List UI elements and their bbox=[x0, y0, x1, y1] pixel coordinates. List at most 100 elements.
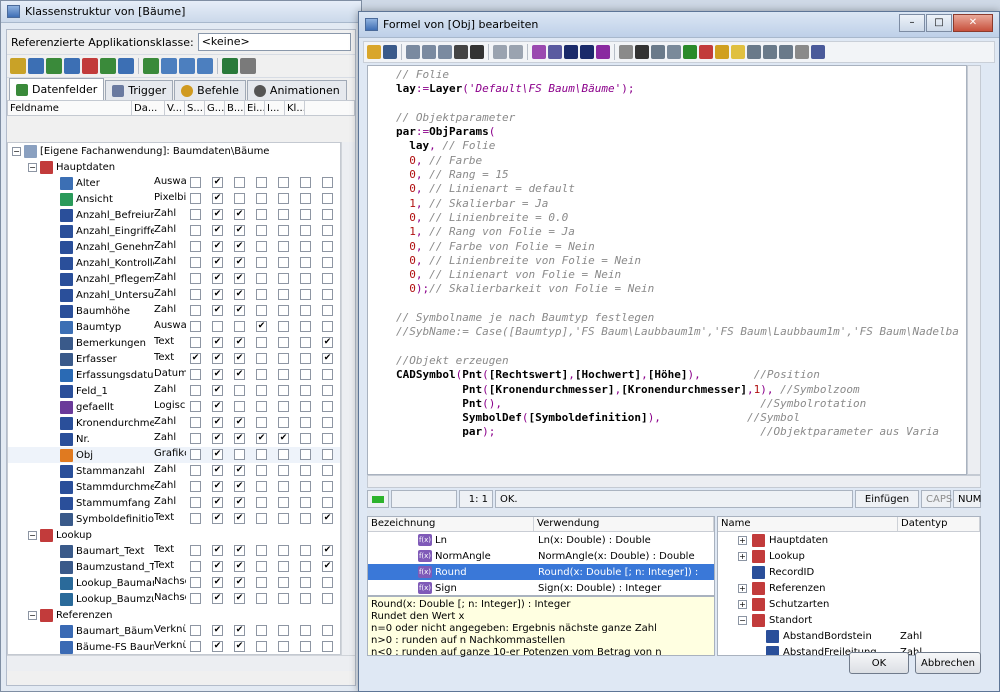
page-icon[interactable] bbox=[747, 45, 761, 59]
checkbox[interactable] bbox=[322, 209, 333, 220]
checkbox[interactable] bbox=[256, 225, 267, 236]
column-header[interactable]: I... bbox=[265, 101, 285, 115]
expand-toggle[interactable]: + bbox=[738, 583, 747, 593]
checkbox[interactable] bbox=[278, 561, 289, 572]
paste-icon[interactable] bbox=[161, 58, 177, 74]
checkbox[interactable] bbox=[322, 497, 333, 508]
checkbox[interactable] bbox=[322, 193, 333, 204]
dot-icon[interactable] bbox=[564, 45, 578, 59]
checkbox[interactable] bbox=[300, 465, 311, 476]
expand-toggle[interactable]: + bbox=[738, 535, 747, 545]
checkbox[interactable]: ✔ bbox=[190, 353, 201, 364]
checkbox[interactable]: ✔ bbox=[322, 513, 333, 524]
checkbox[interactable] bbox=[256, 273, 267, 284]
checkbox[interactable]: ✔ bbox=[234, 577, 245, 588]
checkbox[interactable] bbox=[278, 241, 289, 252]
checkbox[interactable] bbox=[256, 385, 267, 396]
checkbox[interactable] bbox=[256, 497, 267, 508]
checkbox[interactable]: ✔ bbox=[212, 225, 223, 236]
checkbox[interactable] bbox=[256, 545, 267, 556]
checkbox[interactable] bbox=[256, 257, 267, 268]
checkbox[interactable] bbox=[300, 385, 311, 396]
checkbox[interactable]: ✔ bbox=[234, 337, 245, 348]
checkbox[interactable] bbox=[278, 193, 289, 204]
checkbox[interactable] bbox=[322, 273, 333, 284]
checkbox[interactable] bbox=[212, 321, 223, 332]
open-icon[interactable] bbox=[367, 45, 381, 59]
checkbox[interactable] bbox=[278, 257, 289, 268]
print-icon[interactable] bbox=[28, 58, 44, 74]
expand-toggle[interactable]: − bbox=[12, 146, 21, 156]
add-field-icon[interactable] bbox=[46, 58, 62, 74]
checkbox[interactable] bbox=[300, 625, 311, 636]
checkbox[interactable] bbox=[190, 497, 201, 508]
checkbox[interactable] bbox=[278, 401, 289, 412]
checkbox[interactable] bbox=[278, 465, 289, 476]
checkbox[interactable]: ✔ bbox=[234, 513, 245, 524]
checkbox[interactable]: ✔ bbox=[212, 177, 223, 188]
copy-icon[interactable] bbox=[422, 45, 436, 59]
col-datentyp[interactable]: Datentyp bbox=[898, 517, 980, 531]
checkbox[interactable] bbox=[256, 305, 267, 316]
checkbox[interactable] bbox=[300, 305, 311, 316]
checkbox[interactable] bbox=[278, 481, 289, 492]
tree-group-row[interactable]: − [Eigene Fachanwendung]: Baumdaten\Bäume bbox=[8, 143, 340, 159]
checkbox[interactable]: ✔ bbox=[212, 209, 223, 220]
field-picker-row[interactable]: + Referenzen bbox=[718, 580, 980, 596]
checkbox[interactable] bbox=[256, 209, 267, 220]
checkbox[interactable]: ✔ bbox=[212, 545, 223, 556]
checkbox[interactable]: ✔ bbox=[234, 433, 245, 444]
checkbox[interactable] bbox=[256, 241, 267, 252]
tab-trigger[interactable]: Trigger bbox=[105, 80, 174, 100]
checkbox[interactable] bbox=[322, 625, 333, 636]
save-icon[interactable] bbox=[383, 45, 397, 59]
column-header[interactable]: V... bbox=[165, 101, 185, 115]
checkbox[interactable] bbox=[278, 625, 289, 636]
checkbox[interactable] bbox=[278, 385, 289, 396]
column-header[interactable]: Feldname bbox=[8, 101, 132, 115]
checkbox[interactable] bbox=[256, 641, 267, 652]
add-child-icon[interactable] bbox=[100, 58, 116, 74]
checkbox[interactable] bbox=[190, 177, 201, 188]
checkbox[interactable]: ✔ bbox=[234, 481, 245, 492]
checkbox[interactable]: ✔ bbox=[212, 289, 223, 300]
checkbox[interactable]: ✔ bbox=[212, 433, 223, 444]
field-row[interactable]: Lookup_BaumartNachsc ✔ ✔ bbox=[8, 575, 340, 591]
minimize-button[interactable]: – bbox=[899, 14, 925, 32]
maximize-button[interactable]: □ bbox=[926, 14, 952, 32]
checkbox[interactable] bbox=[234, 401, 245, 412]
checkbox[interactable] bbox=[322, 369, 333, 380]
checkbox[interactable] bbox=[234, 385, 245, 396]
checkbox[interactable] bbox=[300, 449, 311, 460]
field-row[interactable]: Anzahl_GenehmiguZahl ✔ ✔ bbox=[8, 239, 340, 255]
checkbox[interactable] bbox=[190, 305, 201, 316]
checkbox[interactable]: ✔ bbox=[212, 465, 223, 476]
checkbox[interactable] bbox=[190, 577, 201, 588]
checkbox[interactable] bbox=[322, 289, 333, 300]
checkbox[interactable] bbox=[190, 289, 201, 300]
checkbox[interactable] bbox=[300, 497, 311, 508]
checkbox[interactable] bbox=[190, 273, 201, 284]
checkbox[interactable] bbox=[278, 641, 289, 652]
checkbox[interactable] bbox=[322, 225, 333, 236]
checkbox[interactable]: ✔ bbox=[212, 385, 223, 396]
checkbox[interactable]: ✔ bbox=[212, 481, 223, 492]
checkbox[interactable]: ✔ bbox=[234, 257, 245, 268]
function-row[interactable]: f(x) Sign Sign(x: Double) : Integer bbox=[368, 580, 714, 595]
checkbox[interactable] bbox=[322, 641, 333, 652]
checkbox[interactable] bbox=[322, 305, 333, 316]
tab-befehle[interactable]: Befehle bbox=[174, 80, 246, 100]
tree-group-row[interactable]: − Referenzen bbox=[8, 607, 340, 623]
checkbox[interactable]: ✔ bbox=[234, 353, 245, 364]
checkbox[interactable] bbox=[322, 321, 333, 332]
field-row[interactable]: Stammumfang Zahl ✔ ✔ bbox=[8, 495, 340, 511]
field-row[interactable]: Symboldefinition Text ✔ ✔ ✔ bbox=[8, 511, 340, 527]
paste-icon[interactable] bbox=[438, 45, 452, 59]
checkbox[interactable]: ✔ bbox=[212, 593, 223, 604]
checkbox[interactable] bbox=[234, 321, 245, 332]
checkbox[interactable] bbox=[190, 481, 201, 492]
checkbox[interactable] bbox=[190, 385, 201, 396]
checkbox[interactable] bbox=[256, 561, 267, 572]
checkbox[interactable] bbox=[278, 337, 289, 348]
checkbox[interactable] bbox=[300, 433, 311, 444]
